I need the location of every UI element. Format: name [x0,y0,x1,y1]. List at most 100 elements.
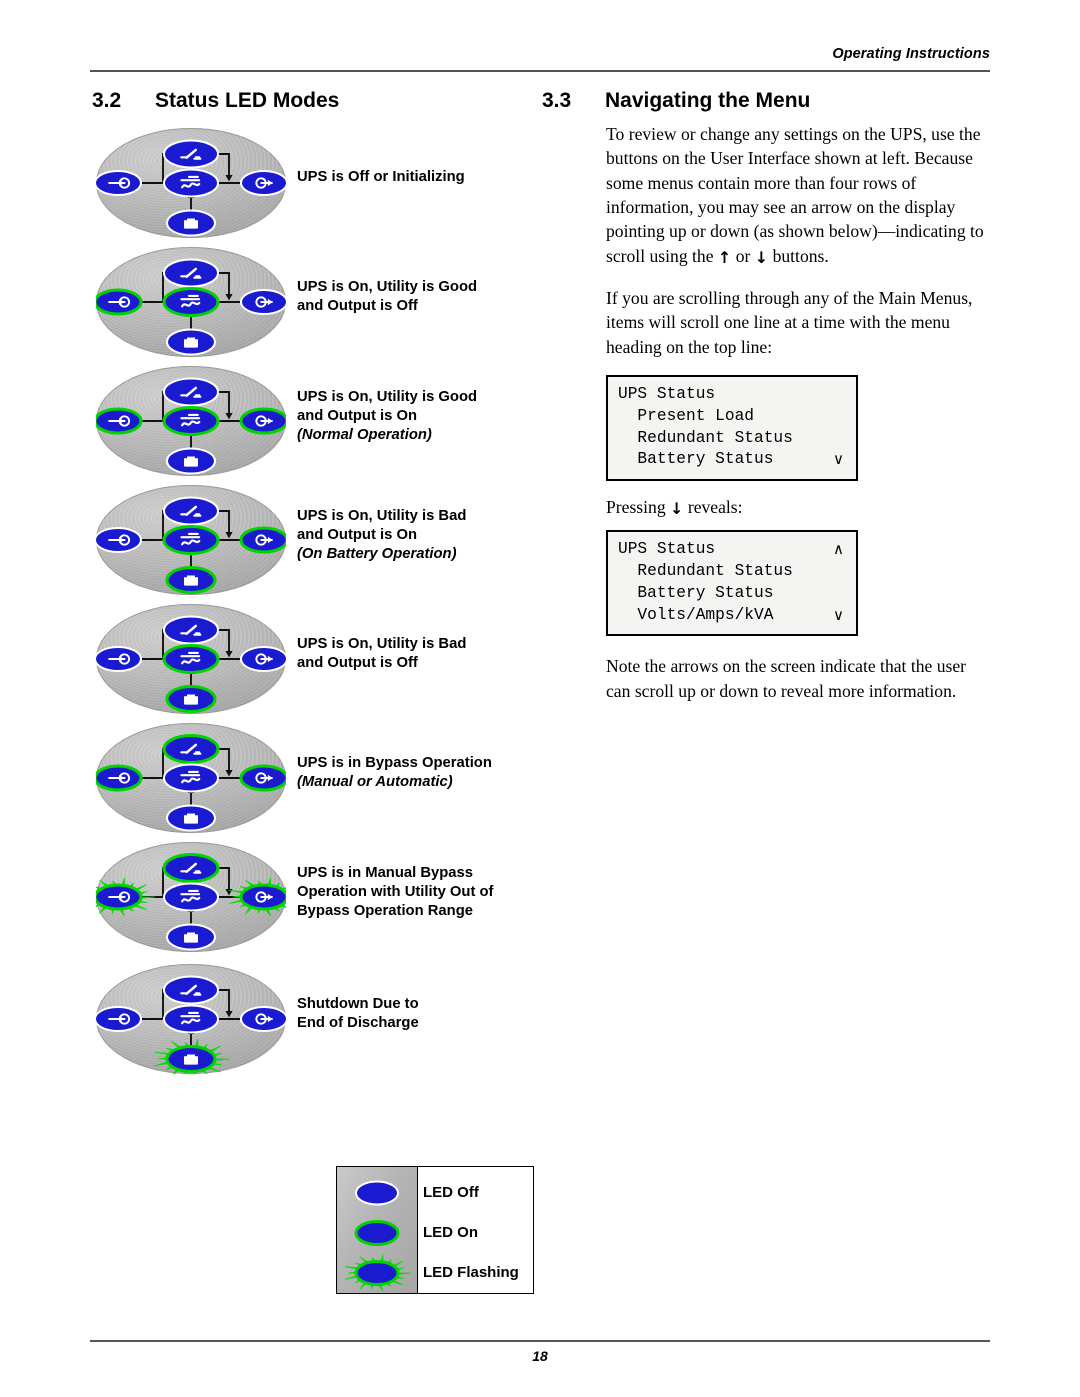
led-mode-label-note: (Normal Operation) [297,426,432,443]
section-title: Navigating the Menu [605,89,811,112]
inverter-led-icon [163,168,219,198]
led-mode-label-line: and Output is On [297,407,418,424]
output-led-icon [240,1006,288,1032]
bypass-switch-led-icon [163,139,219,169]
pressing-caption: Pressing ↓ reveals: [606,497,990,518]
inverter-led-icon [162,287,220,317]
scroll-up-caret-icon: ∧ [833,540,844,559]
led-mode-row: UPS is On, Utility is Good and Output is … [92,366,537,485]
lcd-line: Redundant Status [618,428,846,450]
section-heading-navigating-the-menu: 3.3 Navigating the Menu [542,89,810,113]
right-column: To review or change any settings on the … [606,122,990,720]
inverter-led-icon [163,882,219,912]
led-mode-row: UPS is On, Utility is Bad and Output is O… [92,485,537,604]
lcd-line: Battery Status [618,583,846,605]
legend-swatch [337,1173,417,1213]
bypass-switch-led-icon [163,975,219,1005]
led-mode-label: UPS is Off or Initializing [297,168,537,187]
battery-led-icon [166,328,216,356]
battery-led-icon [165,1045,217,1073]
led-mode-label-line: UPS is On, Utility is Bad [297,636,467,652]
inverter-led-icon [163,1004,219,1034]
led-mode-label: UPS is On, Utility is Bad and Output is O… [297,635,537,673]
section-number: 3.2 [92,89,122,112]
led-mode-label-line: End of Discharge [297,1014,419,1031]
paragraph-note-arrows: Note the arrows on the screen indicate t… [606,656,967,701]
lcd-line: Volts/Amps/kVA ∨ [618,605,846,627]
lcd-line-text: Redundant Status [618,428,793,447]
bypass-switch-led-icon [162,734,220,764]
battery-led-icon [166,447,216,475]
input-led-icon [94,646,142,672]
lcd-line: Present Load [618,406,846,428]
running-head: Operating Instructions [832,46,990,62]
led-panel-diagram [93,723,289,833]
footer-rule [90,1340,990,1342]
battery-led-icon [165,685,217,713]
document-page: Operating Instructions 3.2 Status LED Mod… [0,0,1080,1397]
led-panel-diagram [94,128,288,238]
down-arrow-icon: ↓ [754,247,769,267]
output-led-icon [240,170,288,196]
legend-led-off [355,1180,399,1206]
pressing-text-b: reveals: [683,497,743,518]
lcd-line-text: Battery Status [618,450,774,469]
lcd-screen: UPS Status ∧ Redundant Status Battery Sta… [606,530,858,637]
lcd-screen-after-scroll: UPS Status ∧ Redundant Status Battery Sta… [606,530,990,644]
lcd-display: UPS Status Present Load Redundant Status… [606,375,865,489]
legend-label: LED Flashing [423,1264,519,1281]
battery-led-icon [165,566,217,594]
led-mode-label: UPS is in Bypass Operation (Manual or Aut… [297,754,537,792]
led-mode-label-line: UPS is On, Utility is Good [297,389,478,405]
section-title: Status LED Modes [155,89,340,112]
output-led-icon [239,407,289,435]
led-mode-label-note: (On Battery Operation) [297,545,457,562]
led-mode-label-note: (Manual or Automatic) [297,773,453,790]
lcd-screen-before-scroll: UPS Status Present Load Redundant Status… [606,375,990,489]
header-rule [90,70,990,72]
inverter-led-icon [162,406,220,436]
led-mode-label-line: UPS is Off or Initializing [297,169,465,185]
inverter-led-icon [162,644,220,674]
legend-label: LED Off [423,1184,479,1201]
led-mode-row: UPS is On, Utility is Bad and Output is O… [92,604,537,723]
led-mode-label-line: UPS is in Manual Bypass [297,865,473,881]
lcd-line: Redundant Status [618,561,846,583]
led-mode-label-line: UPS is On, Utility is Good [297,279,478,295]
led-panel-diagram [93,247,288,357]
lcd-line: UPS Status [618,384,846,406]
input-led-icon [93,764,143,792]
input-led-icon [93,288,143,316]
up-arrow-icon: ↑ [717,247,732,267]
lcd-line-text: Battery Status [618,583,774,602]
led-panel-diagram [94,604,288,714]
led-mode-row: UPS is in Bypass Operation (Manual or Aut… [92,723,537,842]
led-mode-label: UPS is On, Utility is Good and Output is … [297,278,537,316]
section-number: 3.3 [542,89,572,112]
led-mode-row: UPS is Off or Initializing [92,128,537,247]
input-led-icon [93,407,143,435]
input-led-icon [94,527,142,553]
lcd-line-text: Present Load [618,406,754,425]
scroll-down-caret-icon: ∨ [833,450,844,469]
output-led-icon [239,764,289,792]
led-mode-label-line: and Output is Off [297,654,418,671]
led-mode-label: UPS is in Manual Bypass Operation with Ut… [297,864,537,921]
output-led-icon [239,883,289,911]
inverter-led-icon [163,763,219,793]
lcd-line: Battery Status ∨ [618,449,846,471]
led-mode-label-line: and Output is Off [297,297,418,314]
down-arrow-icon: ↓ [670,499,684,519]
legend-led-flashing [354,1260,400,1286]
input-led-icon [94,1006,142,1032]
bypass-switch-led-icon [162,853,220,883]
battery-led-icon [166,209,216,237]
output-led-icon [239,526,289,554]
led-mode-row: Shutdown Due to End of Discharge [92,964,537,1083]
paragraph-navigating-intro: To review or change any settings on the … [606,122,990,269]
page-number: 18 [532,1348,548,1364]
led-mode-label-line: Operation with Utility Out of [297,883,494,900]
output-led-icon [240,289,288,315]
legend-swatch [337,1253,417,1293]
input-led-icon [94,170,142,196]
